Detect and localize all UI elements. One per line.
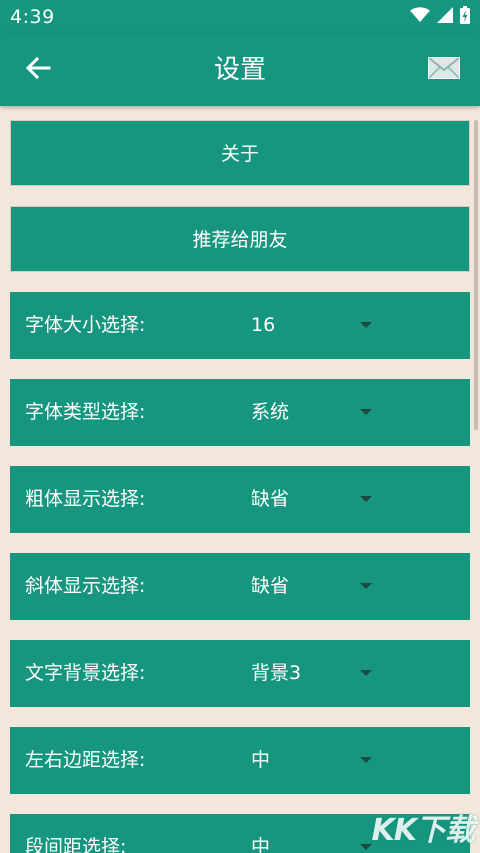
setting-label: 左右边距选择: [25,749,146,771]
font-size-row[interactable]: 字体大小选择: 16 [10,292,470,359]
italic-display-row[interactable]: 斜体显示选择: 缺省 [10,553,470,620]
setting-label: 字体类型选择: [25,401,146,423]
about-button[interactable]: 关于 [10,120,470,186]
app-bar: 设置 [0,34,480,106]
bold-display-row[interactable]: 粗体显示选择: 缺省 [10,466,470,533]
status-time: 4:39 [10,6,55,28]
recommend-button[interactable]: 推荐给朋友 [10,206,470,272]
signal-icon [437,7,453,27]
watermark: KK下载 [371,813,475,848]
dropdown-arrow-icon[interactable] [360,670,372,676]
dropdown-arrow-icon[interactable] [360,496,372,502]
dropdown-arrow-icon[interactable] [360,844,372,850]
setting-value[interactable]: 中 [251,814,270,853]
setting-value[interactable]: 系统 [251,379,289,446]
setting-value[interactable]: 缺省 [251,466,289,533]
margin-row[interactable]: 左右边距选择: 中 [10,727,470,794]
dropdown-arrow-icon[interactable] [360,583,372,589]
wifi-icon [410,7,430,27]
setting-value[interactable]: 背景3 [251,640,301,707]
status-icons [410,6,470,28]
setting-value[interactable]: 缺省 [251,553,289,620]
battery-icon [460,6,470,28]
setting-label: 斜体显示选择: [25,575,146,597]
dropdown-arrow-icon[interactable] [360,757,372,763]
arrow-left-icon [25,56,51,84]
page-title: 设置 [213,55,266,85]
scrollbar[interactable] [474,120,478,430]
status-bar: 4:39 [0,0,480,34]
setting-label: 文字背景选择: [25,662,146,684]
setting-value[interactable]: 16 [251,292,275,359]
setting-label: 字体大小选择: [25,314,146,336]
back-button[interactable] [20,52,56,88]
setting-value[interactable]: 中 [251,727,270,794]
dropdown-arrow-icon[interactable] [360,409,372,415]
text-background-row[interactable]: 文字背景选择: 背景3 [10,640,470,707]
setting-label: 粗体显示选择: [25,488,146,510]
settings-list: 关于 推荐给朋友 字体大小选择: 16 字体类型选择: 系统 粗体显示选择: 缺… [10,120,470,853]
setting-label: 段间距选择: [25,836,127,853]
envelope-icon [428,57,460,83]
mail-button[interactable] [426,54,462,86]
font-type-row[interactable]: 字体类型选择: 系统 [10,379,470,446]
dropdown-arrow-icon[interactable] [360,322,372,328]
